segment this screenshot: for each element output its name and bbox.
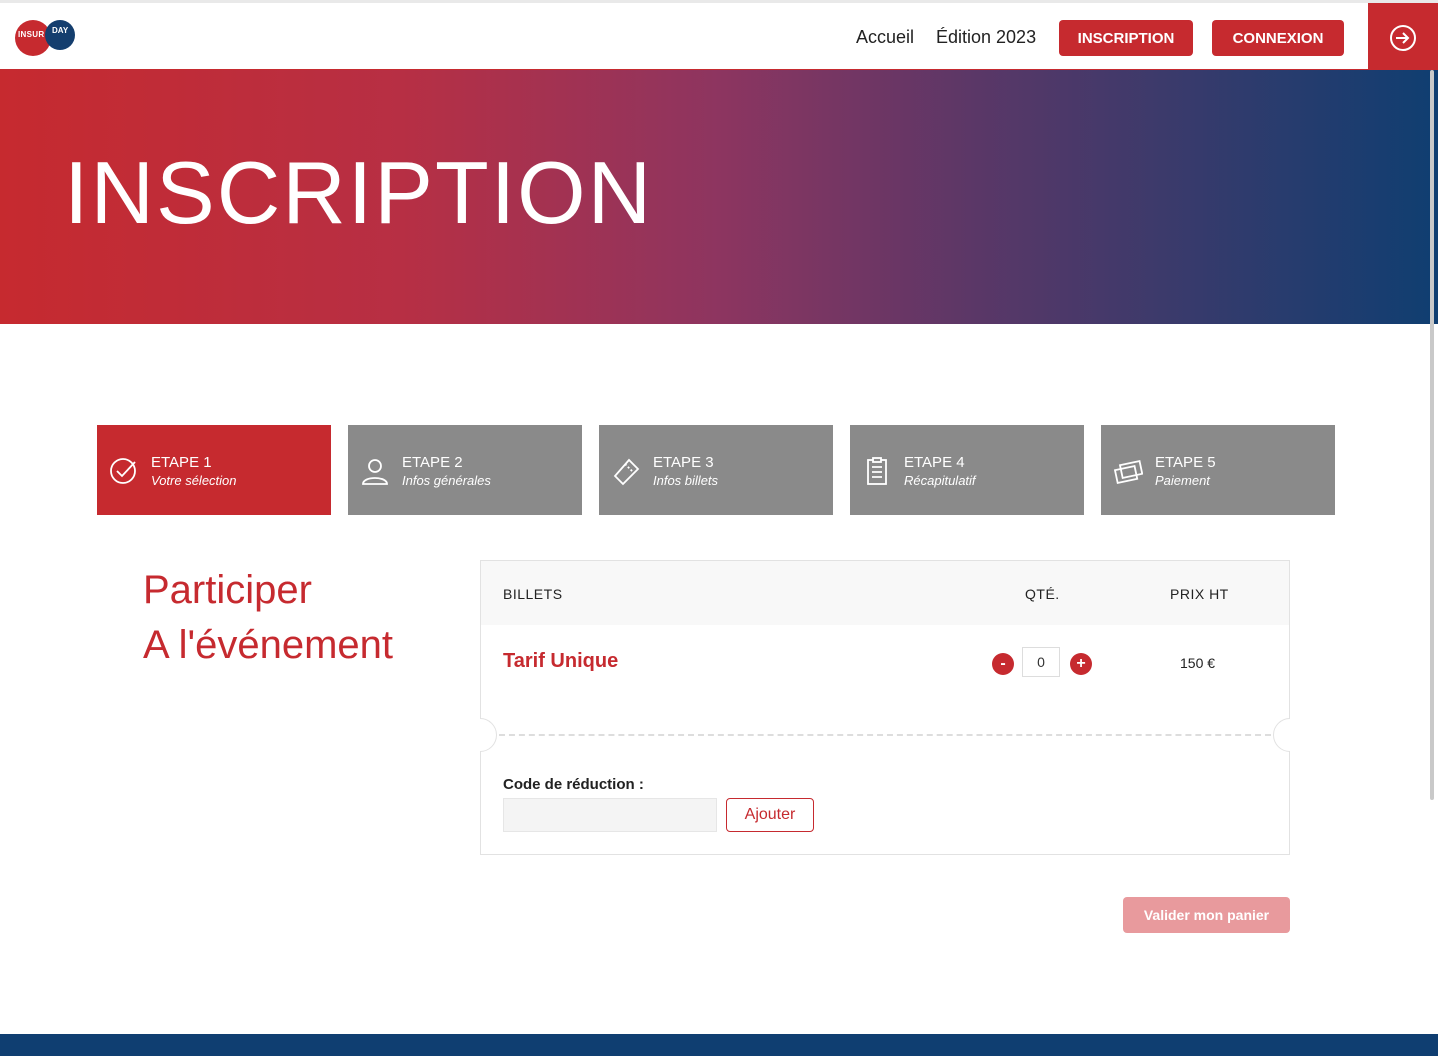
step-label: ETAPE 1 — [151, 454, 212, 471]
logo-text-day: DAY — [52, 26, 69, 35]
step-label: ETAPE 3 — [653, 454, 714, 471]
cart-header: BILLETS QTÉ. PRIX HT — [481, 561, 1289, 625]
ticket-name: Tarif Unique — [503, 650, 619, 672]
section-heading: Participer A l'événement — [143, 563, 393, 673]
connexion-button[interactable]: CONNEXION — [1212, 20, 1344, 56]
nav-home-link[interactable]: Accueil — [856, 27, 914, 48]
step-5[interactable]: ETAPE 5 Paiement — [1101, 425, 1335, 515]
discount-code-label: Code de réduction : — [503, 776, 644, 793]
add-code-button[interactable]: Ajouter — [726, 798, 814, 832]
validate-cart-button[interactable]: Valider mon panier — [1123, 897, 1290, 933]
step-4[interactable]: ETAPE 4 Récapitulatif — [850, 425, 1084, 515]
sign-in-icon — [1390, 25, 1416, 51]
increase-qty-button[interactable]: + — [1070, 653, 1092, 675]
qty-input[interactable] — [1022, 647, 1060, 677]
check-circle-icon — [110, 458, 136, 484]
decrease-qty-button[interactable]: - — [992, 653, 1014, 675]
col-qty: QTÉ. — [1025, 586, 1060, 602]
hero-banner: INSCRIPTION — [0, 70, 1438, 324]
step-3[interactable]: ETAPE 3 Infos billets — [599, 425, 833, 515]
heading-line-2: A l'événement — [143, 623, 394, 667]
logo-text-insur: INSUR — [18, 30, 45, 39]
step-sublabel: Votre sélection — [151, 473, 237, 488]
col-tickets: BILLETS — [503, 586, 563, 602]
col-price: PRIX HT — [1170, 586, 1229, 602]
heading-line-1: Participer — [143, 568, 312, 612]
ticket-price: 150 € — [1180, 655, 1216, 671]
step-2[interactable]: ETAPE 2 Infos générales — [348, 425, 582, 515]
discount-code-input[interactable] — [503, 798, 717, 832]
step-1[interactable]: ETAPE 1 Votre sélection — [97, 425, 331, 515]
step-sublabel: Récapitulatif — [904, 473, 976, 488]
step-label: ETAPE 2 — [402, 454, 463, 471]
credit-card-icon — [1113, 459, 1143, 484]
top-bar: INSUR DAY Accueil Édition 2023 INSCRIPTI… — [0, 0, 1438, 73]
cart-panel: BILLETS QTÉ. PRIX HT Tarif Unique - + 15… — [480, 560, 1290, 855]
ticket-icon — [613, 458, 640, 486]
scrollbar[interactable] — [1430, 70, 1434, 800]
nav-edition-link[interactable]: Édition 2023 — [936, 27, 1036, 48]
step-sublabel: Paiement — [1155, 473, 1210, 488]
clipboard-icon — [867, 457, 887, 485]
step-sublabel: Infos billets — [653, 473, 719, 488]
ticket-notch-left — [480, 718, 497, 752]
step-sublabel: Infos générales — [402, 473, 491, 488]
ticket-notch-right — [1273, 718, 1290, 752]
sign-in-button[interactable] — [1368, 3, 1438, 73]
page-title: INSCRIPTION — [64, 143, 654, 242]
footer — [0, 1034, 1438, 1056]
step-label: ETAPE 5 — [1155, 454, 1216, 471]
user-icon — [362, 459, 388, 485]
inscription-button[interactable]: INSCRIPTION — [1059, 20, 1193, 56]
ticket-divider — [499, 734, 1271, 736]
insurday-logo[interactable]: INSUR DAY — [15, 17, 77, 56]
step-label: ETAPE 4 — [904, 454, 965, 471]
